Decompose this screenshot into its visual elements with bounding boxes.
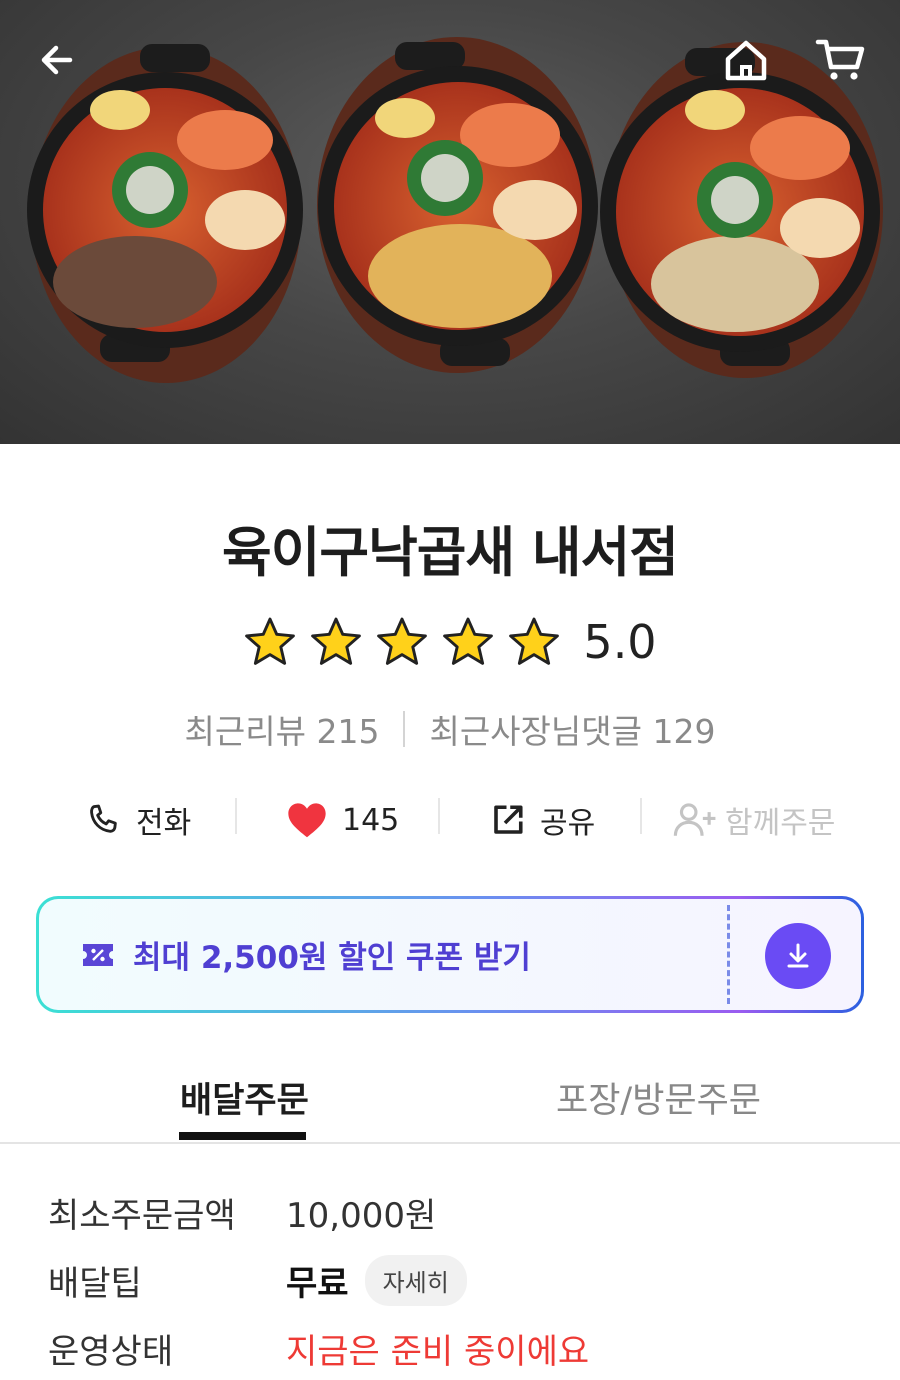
rating-value: 5.0: [583, 615, 657, 669]
delivery-tip-label: 배달팁: [48, 1263, 142, 1304]
coupon-icon: [83, 943, 113, 966]
like-button[interactable]: 145: [286, 790, 399, 850]
share-icon: [494, 805, 523, 834]
min-order-value: 10,000원: [286, 1195, 437, 1236]
back-button[interactable]: [28, 30, 88, 90]
download-icon: [787, 943, 809, 968]
review-summary: 최근리뷰 215 최근사장님댓글 129: [0, 705, 900, 753]
group-order-label: 함께주문: [725, 806, 836, 841]
order-type-tabs: 배달주문 포장/방문주문: [0, 1060, 900, 1144]
coupon-text: 최대 2,500원 할인 쿠폰 받기: [133, 940, 531, 976]
star-icon: [311, 617, 362, 665]
cart-icon: [815, 39, 865, 80]
home-button[interactable]: [716, 30, 776, 90]
arrow-left-icon: [41, 45, 73, 75]
delivery-tip-value: 무료: [286, 1263, 349, 1304]
min-order-row: 최소주문금액 10,000원: [48, 1187, 436, 1237]
divider: [640, 798, 642, 834]
divider: [235, 798, 237, 834]
divider: [403, 711, 406, 747]
coupon-divider: [727, 905, 730, 1004]
phone-icon: [90, 804, 117, 833]
tab-delivery[interactable]: 배달주문: [180, 1072, 309, 1123]
call-button[interactable]: 전화: [84, 790, 191, 850]
add-person-icon: [673, 803, 716, 836]
divider: [438, 798, 440, 834]
like-count: 145: [342, 802, 400, 838]
share-button[interactable]: 공유: [490, 790, 595, 850]
share-label: 공유: [540, 806, 596, 841]
owner-replies-link[interactable]: 최근사장님댓글 129: [429, 705, 715, 753]
coupon-banner[interactable]: 최대 2,500원 할인 쿠폰 받기: [36, 896, 864, 1013]
store-actions: 전화 145 공유 함께주문: [0, 790, 900, 850]
status-row: 운영상태 지금은 준비 중이에요: [48, 1323, 589, 1373]
coupon-label-group: 최대 2,500원 할인 쿠폰 받기: [81, 899, 531, 1010]
star-icon: [377, 617, 428, 665]
star-icon: [443, 617, 494, 665]
rating-row: 5.0: [0, 612, 900, 672]
home-icon: [725, 40, 767, 81]
star-icon: [245, 617, 296, 665]
rating-stars: [243, 615, 561, 669]
store-hero-image: [0, 0, 900, 444]
status-label: 운영상태: [48, 1331, 174, 1372]
recent-reviews-link[interactable]: 최근리뷰 215: [185, 705, 380, 753]
heart-icon: [288, 803, 326, 838]
coupon-download-button[interactable]: [765, 923, 831, 989]
min-order-label: 최소주문금액: [48, 1195, 236, 1236]
store-name: 육이구낙곱새 내서점: [222, 521, 679, 584]
tab-pickup[interactable]: 포장/방문주문: [556, 1072, 761, 1123]
call-label: 전화: [136, 806, 192, 841]
group-order-button[interactable]: 함께주문: [673, 790, 835, 850]
cart-button[interactable]: [810, 30, 870, 90]
status-value: 지금은 준비 중이에요: [286, 1331, 590, 1372]
star-icon: [509, 617, 560, 665]
tip-detail-button[interactable]: 자세히: [364, 1254, 467, 1306]
delivery-tip-row: 배달팁 무료 자세히: [48, 1254, 467, 1306]
active-tab-indicator: [179, 1132, 306, 1140]
